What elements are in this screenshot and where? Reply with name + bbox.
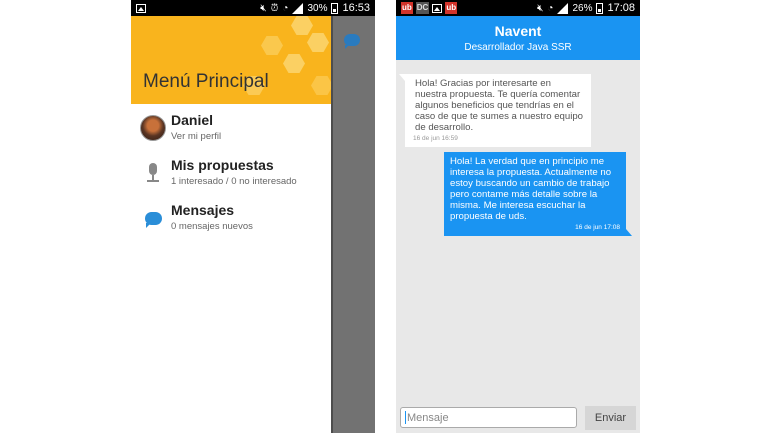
dc-notification-icon: DC [415,2,430,14]
ub-notification-icon: ub [445,2,458,14]
signal-icon [557,2,569,14]
message-input[interactable] [400,407,577,428]
message-text: Hola! Gracias por interesarte en nuestra… [415,78,584,133]
incoming-message: Hola! Gracias por interesarte en nuestra… [399,74,591,147]
chat-header: Navent Desarrollador Java SSR [396,16,640,60]
battery-percent: 26% [572,2,593,14]
clock: 17:08 [607,2,635,14]
gallery-notification-icon [136,3,146,13]
right-phone-screen: ub DC ub 🔇︎ ◔ 26% 17:08 Navent Desarroll… [396,0,640,433]
drawer-header: Menú Principal [131,16,331,104]
drawer-item-title: Mis propuestas [171,157,274,173]
drawer-item-subtitle: 1 interesado / 0 no interesado [171,176,297,187]
drawer-item-subtitle: 0 mensajes nuevos [171,221,253,232]
left-phone-screen: 🔇︎ ⏰︎ ◔ 30% 16:53 Menú Principal Daniel … [131,0,375,433]
mute-icon: 🔇︎ [260,2,267,14]
drawer-divider [331,16,333,433]
hexagon-decoration [291,16,313,35]
outgoing-message: Hola! La verdad que en principio me inte… [444,152,632,236]
chat-bubble-icon [139,204,167,232]
mute-icon: 🔇︎ [537,2,544,14]
compose-bar: Enviar [396,403,640,433]
drawer-item-subtitle: Ver mi perfil [171,131,222,142]
message-text: Hola! La verdad que en principio me inte… [450,156,612,222]
hexagon-decoration [311,76,331,95]
drawer-item-proposals[interactable]: Mis propuestas 1 interesado / 0 no inter… [131,155,331,199]
drawer-item-title: Daniel [171,112,214,128]
status-bar: ub DC ub 🔇︎ ◔ 26% 17:08 [396,0,640,16]
chat-title: Navent [494,23,542,39]
wifi-icon: ◔ [282,2,289,14]
chat-bubble-icon[interactable] [344,34,360,49]
status-bar: 🔇︎ ⏰︎ ◔ 30% 16:53 [131,0,375,16]
navigation-drawer: Menú Principal Daniel Ver mi perfil Mis … [131,16,331,433]
alarm-icon: ⏰︎ [270,2,279,14]
microphone-icon [139,159,167,187]
avatar [139,114,167,142]
wifi-icon: ◔ [547,2,554,14]
hexagon-decoration [307,33,329,52]
message-timestamp: 16 de jun 16:59 [413,135,458,142]
hexagon-decoration [283,54,305,73]
gallery-notification-icon [432,3,443,13]
battery-icon [596,2,604,14]
drawer-title: Menú Principal [143,71,269,92]
signal-icon [292,2,304,14]
message-timestamp: 16 de jun 17:08 [575,224,620,231]
hexagon-decoration [261,36,283,55]
ub-notification-icon: ub [401,2,413,14]
battery-percent: 30% [307,2,328,14]
text-cursor [405,411,406,424]
send-button[interactable]: Enviar [585,406,636,430]
battery-icon [331,2,339,14]
drawer-item-messages[interactable]: Mensajes 0 mensajes nuevos [131,200,331,244]
chat-subtitle: Desarrollador Java SSR [464,42,572,53]
drawer-item-profile[interactable]: Daniel Ver mi perfil [131,110,331,154]
drawer-item-title: Mensajes [171,202,235,218]
drawer-scrim[interactable] [331,16,375,433]
clock: 16:53 [342,2,370,14]
